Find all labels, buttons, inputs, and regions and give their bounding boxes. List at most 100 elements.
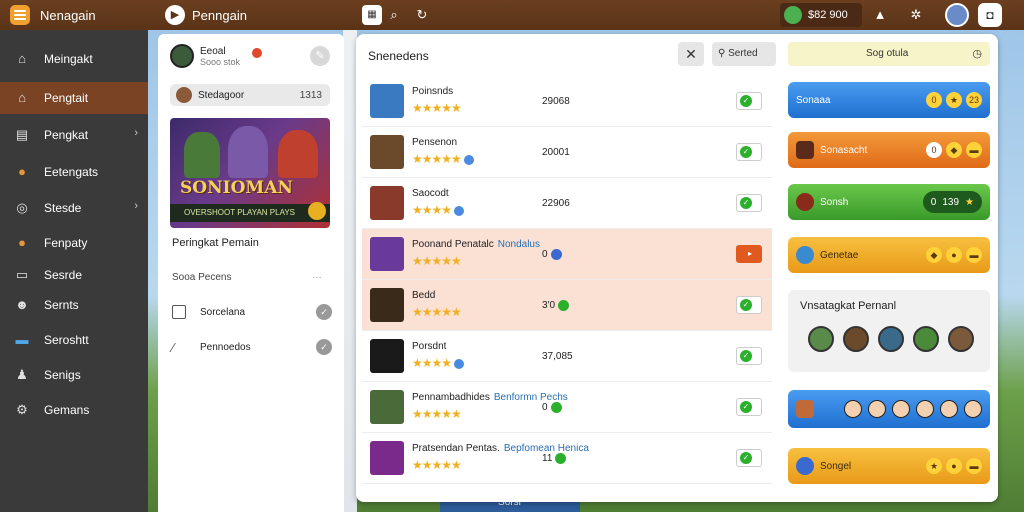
sidebar: ⌂ Meingakt ⌂ Pengtait ▤ Pengkat › ● Eete… [0,30,148,512]
checkbox[interactable] [172,305,186,319]
people-icon: ☻ [15,297,29,312]
friend-avatar[interactable] [808,326,834,352]
settings-icon[interactable]: ✲ [906,5,926,25]
player-score: 20001 [542,147,570,158]
sidebar-item-label: Stesde [44,201,82,215]
status-label: Sog otula [866,48,909,59]
player-name: Saocodt [412,188,449,199]
friend-avatar[interactable] [878,326,904,352]
status-toggle[interactable]: ✓ [736,92,762,110]
player-name: Poonand Penatalc Nondalus [412,239,540,250]
action-card[interactable]: Genetae ◆ ● ▬ [788,237,990,273]
game-banner[interactable]: SONIOMAN OVERSHOOT PLAYAN PLAYS [170,118,330,228]
friend-avatar[interactable] [913,326,939,352]
table-row[interactable]: Pennambadhides Benformn Pechs ★★★★★ 0 ✓ [362,382,772,433]
close-button[interactable]: ✕ [678,42,704,66]
search-avatar-icon [176,87,192,103]
token-badge: 0 [926,142,942,158]
table-row[interactable]: Poonand Penatalc Nondalus ★★★★★ 0 ▸ [362,229,772,280]
status-toggle[interactable]: ▸ [736,245,762,263]
table-row[interactable]: Pratsendan Pentas. Bepfomean Henica ★★★★★… [362,433,772,484]
team-card[interactable] [788,390,990,428]
pin-icon[interactable]: ⌕ [384,5,404,25]
action-card[interactable]: Sonasacht 0 ◆ ▬ [788,132,990,168]
card-label: Sonaaa [796,94,831,106]
status-toggle[interactable]: ✓ [736,194,762,212]
player-avatar [370,237,404,271]
team-avatar [892,400,910,418]
rating-stars: ★★★★★ [412,407,462,421]
table-row[interactable]: Bedd ★★★★★ 3'0 ✓ [362,280,772,331]
coins-balance[interactable]: $82 900 [780,3,862,27]
status-toggle[interactable]: ✓ [736,143,762,161]
team-avatar [916,400,934,418]
sidebar-item-active[interactable]: ⌂ Pengtait [0,82,148,114]
sidebar-item-target[interactable]: ◎ Stesde › [0,192,148,224]
bag-icon[interactable]: ◘ [978,3,1002,27]
team-avatar [964,400,982,418]
page-title: Penngain [192,8,247,23]
monitor-icon: ▭ [15,267,29,282]
more-icon[interactable]: ··· [312,272,322,283]
star-icon: ★ [926,458,942,474]
wand-icon: ⁄ [172,339,175,355]
warning-icon[interactable]: ▲ [870,5,890,25]
sidebar-item-monitor[interactable]: ▭ Sesrde [0,259,148,291]
avatar-icon[interactable] [945,3,969,27]
panel-title: Snenedens [368,49,429,63]
cards-icon: ▤ [15,127,29,142]
table-row[interactable]: Pensenon ★★★★★ 20001 ✓ [362,127,772,178]
table-row[interactable]: Porsdnt ★★★★ 37,085 ✓ [362,331,772,382]
action-card[interactable]: Songel ★ ● ▬ [788,448,990,484]
sidebar-item-cards[interactable]: ▤ Pengkat › [0,119,148,151]
ticket-icon: ▬ [966,142,982,158]
search-field[interactable]: Stedagoor 1313 [170,84,330,106]
friend-avatar[interactable] [948,326,974,352]
sidebar-item-user[interactable]: ♟ Senigs [0,359,148,391]
action-card[interactable]: Sonaaa 0 ★ 23 [788,82,990,118]
banner-character [184,132,220,178]
friends-title: Vnsatagkat Pernanl [800,300,897,312]
sidebar-item-home[interactable]: ⌂ Meingakt [0,43,148,75]
app-menu-icon[interactable] [10,5,30,25]
check-icon: ✓ [740,299,752,311]
search-text: Stedagoor [198,89,245,101]
coin-icon: ● [18,235,26,250]
status-toggle[interactable]: ✓ [736,296,762,314]
sidebar-item-folder[interactable]: ▬ Seroshtt [0,324,148,356]
card-icon [796,400,814,418]
arrow-icon: ▸ [747,249,752,258]
status-toggle[interactable]: ✓ [736,347,762,365]
status-toggle[interactable]: ✓ [736,398,762,416]
action-card[interactable]: Sonsh 0 139 ★ [788,184,990,220]
option-row[interactable]: ⁄ Pennoedos ✓ [172,337,332,357]
player-avatar [370,288,404,322]
star-icon: ★ [965,196,974,208]
chevron-right-icon: › [134,200,138,212]
refresh-icon[interactable]: ↻ [412,5,432,25]
coin-icon [308,202,326,220]
sidebar-item-label: Meingakt [44,52,93,66]
sidebar-item-fire[interactable]: ● Eetengats [0,156,148,188]
sidebar-item-label: Eetengats [44,165,99,179]
status-dot [555,453,567,464]
target-icon: ◎ [16,200,28,215]
player-score: 3'0 [542,300,570,311]
folder-icon: ▬ [15,332,29,347]
avatar[interactable] [170,44,194,68]
sort-button[interactable]: ⚲ Serted [712,42,776,66]
team-avatar [844,400,862,418]
table-row[interactable]: Poinsnds ★★★★★ 29068 ✓ [362,76,772,127]
rating-stars: ★★★★ [412,203,465,217]
sidebar-item-gear[interactable]: ⚙ Gemans [0,394,148,426]
grid-icon[interactable]: ▦ [362,5,382,25]
tool-icon[interactable]: ✎ [310,46,330,66]
friend-avatar[interactable] [843,326,869,352]
table-row[interactable]: Saocodt ★★★★ 22906 ✓ [362,178,772,229]
sidebar-item-label: Seroshtt [44,333,89,347]
status-toggle[interactable]: ✓ [736,449,762,467]
sidebar-item-people[interactable]: ☻ Sernts [0,289,148,321]
sidebar-item-coin[interactable]: ● Fenpaty [0,227,148,259]
option-row[interactable]: Sorcelana ✓ [172,302,332,322]
check-icon: ✓ [740,401,752,413]
